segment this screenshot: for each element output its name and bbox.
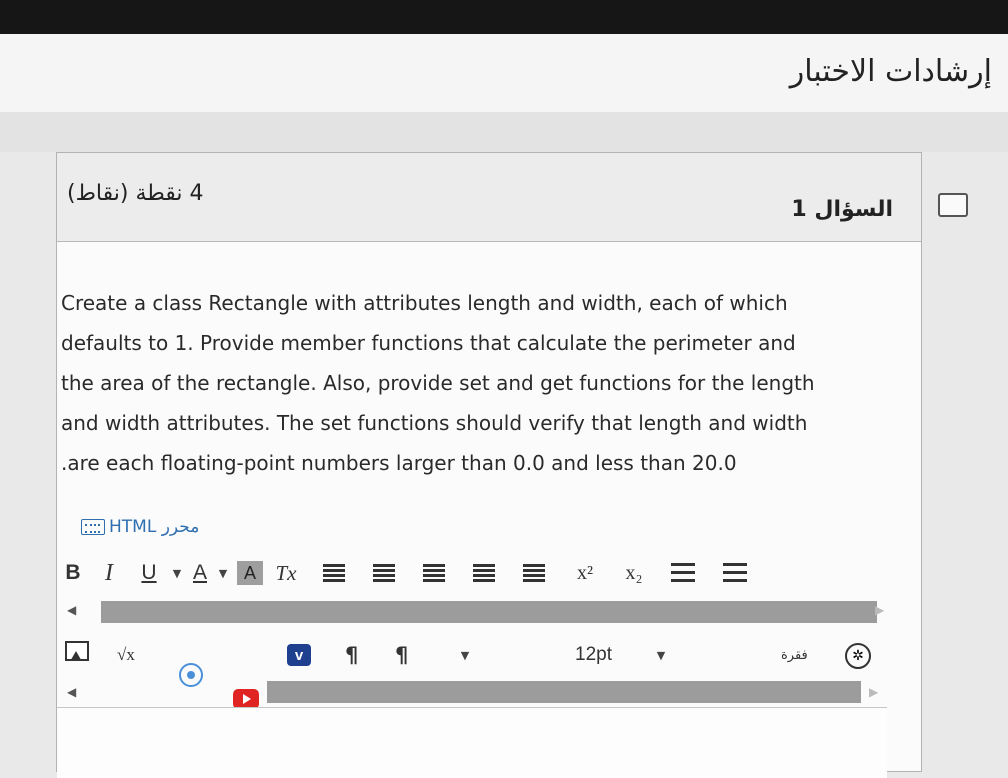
scroll-left-arrow-icon[interactable]: ◀	[67, 603, 76, 617]
bold-button[interactable]: B	[57, 558, 89, 588]
question-text-line: Create a class Rectangle with attributes…	[61, 291, 788, 315]
page-title: إرشادات الاختبار	[789, 54, 992, 89]
align-right-icon	[423, 564, 445, 582]
question-number: السؤال 1	[791, 197, 893, 222]
rtl-direction-button[interactable]: ¶	[395, 641, 408, 669]
chevron-down-icon[interactable]: ▼	[653, 641, 669, 669]
question-box: 4 نقطة (نقاط) السؤال 1 Create a class Re…	[56, 152, 922, 778]
scroll-left-arrow-icon[interactable]: ◀	[67, 685, 76, 699]
background-color-button[interactable]: A	[237, 561, 263, 585]
youtube-icon[interactable]	[233, 689, 259, 709]
align-center-icon	[373, 564, 395, 582]
question-text-line: the area of the rectangle. Also, provide…	[61, 371, 815, 395]
question-header: 4 نقطة (نقاط) السؤال 1	[57, 153, 921, 242]
font-color-button[interactable]: A	[185, 558, 215, 588]
toolbar-scrollbar-1[interactable]	[101, 601, 877, 623]
numbered-list-button[interactable]	[709, 558, 761, 588]
bullet-list-icon	[671, 563, 695, 583]
numbered-list-icon	[723, 563, 747, 583]
indent-button[interactable]	[509, 558, 559, 588]
scroll-right-arrow-icon[interactable]: ▶	[875, 603, 884, 617]
question-text: Create a class Rectangle with attributes…	[61, 283, 891, 483]
font-size-select[interactable]: 12pt	[575, 641, 612, 669]
align-left-icon	[323, 564, 345, 582]
chevron-down-icon[interactable]: ▼	[169, 558, 185, 588]
question-text-line: .are each floating-point numbers larger …	[61, 451, 737, 475]
question-points: 4 نقطة (نقاط)	[67, 181, 204, 206]
bullet-list-button[interactable]	[657, 558, 709, 588]
ltr-direction-button[interactable]: ¶	[345, 641, 358, 669]
chevron-down-icon[interactable]: ▼	[457, 641, 473, 669]
align-center-button[interactable]	[359, 558, 409, 588]
accessibility-icon[interactable]: ✲	[845, 643, 871, 669]
flag-question-checkbox[interactable]	[938, 193, 968, 217]
paragraph-format-select[interactable]: فقرة	[781, 641, 808, 669]
superscript-button[interactable]: x²	[559, 558, 611, 588]
editor-toolbar-row2: √x v ¶ ¶ ▼ 12pt ▼ فقرة ✲	[57, 639, 887, 709]
indent-icon	[523, 564, 545, 582]
underline-button[interactable]: U	[129, 558, 169, 588]
clear-formatting-button[interactable]: Tx	[263, 558, 309, 588]
question-text-line: defaults to 1. Provide member functions …	[61, 331, 796, 355]
page-header: إرشادات الاختبار	[0, 34, 1008, 113]
record-icon[interactable]	[179, 663, 203, 687]
subscript-button[interactable]: x₂	[611, 558, 657, 588]
toolbar-scrollbar-2[interactable]	[267, 681, 861, 703]
header-separator	[0, 112, 1008, 152]
top-dark-bar	[0, 0, 1008, 34]
keyboard-icon	[81, 519, 105, 535]
answer-editor-area[interactable]	[57, 707, 887, 778]
chevron-down-icon[interactable]: ▼	[215, 558, 231, 588]
align-left-button[interactable]	[309, 558, 359, 588]
html-editor-link[interactable]: محرر HTML	[81, 517, 199, 537]
equation-button[interactable]: √x	[117, 641, 135, 669]
outdent-button[interactable]	[459, 558, 509, 588]
outdent-icon	[473, 564, 495, 582]
image-icon[interactable]	[65, 641, 89, 661]
html-editor-label: محرر HTML	[109, 517, 200, 537]
editor-toolbar-row1: B I U ▼ A ▼ A Tx x² x₂	[57, 555, 887, 591]
vimeo-icon[interactable]: v	[287, 644, 311, 666]
italic-button[interactable]: I	[89, 558, 129, 588]
scroll-right-arrow-icon[interactable]: ▶	[869, 685, 878, 699]
align-right-button[interactable]	[409, 558, 459, 588]
question-text-line: and width attributes. The set functions …	[61, 411, 808, 435]
